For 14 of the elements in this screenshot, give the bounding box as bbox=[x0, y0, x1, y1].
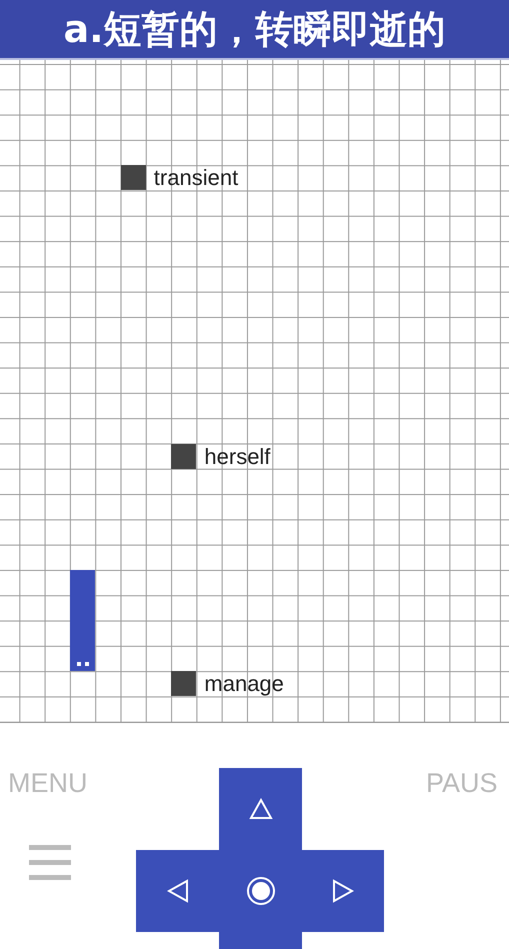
word-label: herself bbox=[204, 444, 270, 469]
left-triangle-icon bbox=[166, 879, 188, 903]
word-label: transient bbox=[154, 165, 238, 190]
title: a.短暂的，转瞬即逝的 bbox=[63, 6, 446, 52]
food-block bbox=[171, 671, 196, 696]
menu-icon[interactable] bbox=[29, 845, 71, 881]
right-triangle-icon bbox=[332, 879, 354, 903]
up-triangle-icon bbox=[248, 798, 272, 820]
circle-icon bbox=[246, 876, 276, 906]
menu-label: MENU bbox=[7, 768, 88, 799]
food-block bbox=[120, 165, 146, 190]
food-block bbox=[171, 444, 196, 469]
pause-label: PAUS bbox=[425, 768, 499, 799]
word-label: manage bbox=[204, 671, 284, 696]
